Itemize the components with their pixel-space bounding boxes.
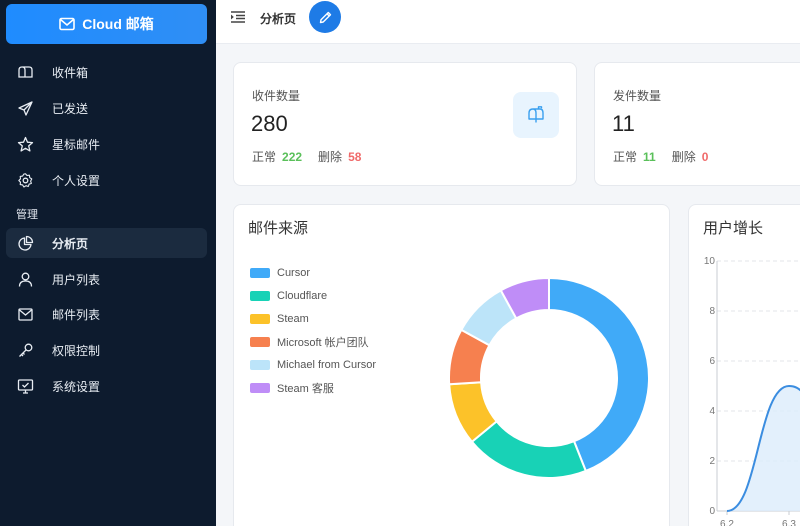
- sidebar-item-label: 系统设置: [52, 379, 101, 394]
- deleted-label: 删除: [318, 150, 343, 164]
- inbox-icon: [14, 64, 36, 81]
- x-tick-label: 6.3: [782, 519, 796, 526]
- legend-swatch: [250, 267, 270, 278]
- mail-source-title: 邮件来源: [248, 220, 309, 237]
- received-count: 280: [251, 111, 288, 136]
- topbar: 分析页: [216, 0, 800, 44]
- legend-item[interactable]: Cloudflare: [250, 284, 376, 307]
- deleted-count: 0: [701, 150, 709, 164]
- received-title: 收件数量: [252, 89, 301, 103]
- sidebar-item-sent[interactable]: 已发送: [6, 93, 207, 123]
- normal-label: 正常: [613, 150, 638, 164]
- sidebar-item-starred[interactable]: 星标邮件: [6, 129, 207, 159]
- legend-label: Steam: [277, 312, 309, 325]
- x-tick-label: 6.2: [720, 519, 734, 526]
- sent-stat-card: 发件数量 11 正常 11 删除 0: [594, 62, 800, 186]
- legend-item[interactable]: Microsoft 帐户团队: [250, 330, 376, 353]
- legend-item[interactable]: Michael from Cursor: [250, 353, 376, 376]
- legend-item[interactable]: Steam: [250, 307, 376, 330]
- monitor-icon: [14, 378, 36, 395]
- menu-indent-icon[interactable]: [230, 10, 246, 29]
- sidebar-group-label: 管理: [16, 209, 38, 221]
- page-title: 分析页: [260, 12, 297, 26]
- send-icon: [14, 100, 36, 117]
- pencil-icon: [319, 11, 331, 23]
- gear-icon: [14, 172, 36, 189]
- key-icon: [14, 342, 36, 359]
- sidebar-item-label: 权限控制: [52, 343, 101, 358]
- legend-item[interactable]: Cursor: [250, 261, 376, 284]
- mail-source-panel: 邮件来源 Cursor Cloudflare Steam Microsoft 帐户团队…: [233, 204, 670, 526]
- legend-label: Steam 客服: [277, 382, 334, 395]
- sidebar: Cloud 邮箱 收件箱 已发送 星标邮件 个人设置 管理 分析页 用户列表 邮…: [0, 0, 216, 526]
- legend-swatch: [250, 313, 270, 324]
- area-fill: [727, 386, 800, 511]
- normal-count: 222: [282, 150, 303, 164]
- y-tick-label: 2: [709, 456, 715, 467]
- sidebar-item-label: 已发送: [52, 101, 89, 116]
- sidebar-item-user-list[interactable]: 用户列表: [6, 264, 207, 294]
- user-growth-chart: 0 2 4 6 8 10 6.2 6.3: [704, 256, 800, 526]
- sidebar-item-analytics[interactable]: 分析页: [6, 228, 207, 258]
- sidebar-item-permissions[interactable]: 权限控制: [6, 335, 207, 365]
- brand-label: Cloud 邮箱: [82, 16, 154, 32]
- mail-list-icon: [14, 306, 36, 323]
- mailbox-icon: [513, 92, 559, 138]
- received-breakdown: 正常 222 删除 58: [252, 148, 361, 165]
- sidebar-item-label: 星标邮件: [52, 137, 101, 152]
- legend-label: Michael from Cursor: [277, 358, 377, 371]
- received-stat-card: 收件数量 280 正常 222 删除 58: [233, 62, 577, 186]
- sidebar-item-label: 分析页: [52, 236, 89, 251]
- y-tick-label: 6: [709, 356, 715, 367]
- sent-title: 发件数量: [613, 89, 662, 103]
- edit-button[interactable]: [309, 1, 341, 33]
- mail-icon: [59, 17, 76, 31]
- normal-label: 正常: [252, 150, 277, 164]
- pie-slice[interactable]: [548, 276, 650, 473]
- legend-item[interactable]: Steam 客服: [250, 376, 376, 399]
- user-icon: [14, 271, 36, 288]
- y-tick-label: 0: [709, 506, 715, 517]
- sidebar-item-system-settings[interactable]: 系统设置: [6, 371, 207, 401]
- sidebar-item-mail-list[interactable]: 邮件列表: [6, 299, 207, 329]
- sidebar-item-personal-settings[interactable]: 个人设置: [6, 165, 207, 195]
- y-tick-label: 8: [709, 306, 715, 317]
- sent-breakdown: 正常 11 删除 0: [613, 148, 708, 165]
- legend-swatch: [250, 382, 270, 393]
- legend-swatch: [250, 290, 270, 301]
- sidebar-item-label: 收件箱: [52, 65, 89, 80]
- user-growth-panel: 用户增长 0 2 4 6 8 10 6.2 6.3: [688, 204, 800, 526]
- brand-button[interactable]: Cloud 邮箱: [6, 4, 207, 44]
- legend-label: Microsoft 帐户团队: [277, 336, 369, 349]
- sidebar-item-label: 邮件列表: [52, 307, 101, 322]
- sidebar-item-label: 个人设置: [52, 173, 101, 188]
- y-tick-label: 10: [704, 256, 716, 267]
- mail-source-donut-chart: [448, 276, 650, 479]
- legend-swatch: [250, 336, 270, 347]
- normal-count: 11: [643, 150, 656, 164]
- sidebar-item-inbox[interactable]: 收件箱: [6, 57, 207, 87]
- sidebar-item-label: 用户列表: [52, 272, 101, 287]
- deleted-count: 58: [348, 150, 362, 164]
- pie-slice[interactable]: [470, 419, 588, 479]
- deleted-label: 删除: [671, 150, 696, 164]
- sent-count: 11: [612, 111, 635, 136]
- chart-legend: Cursor Cloudflare Steam Microsoft 帐户团队 Micha…: [250, 261, 376, 399]
- y-tick-label: 4: [709, 406, 715, 417]
- pie-chart-icon: [14, 235, 36, 252]
- legend-label: Cloudflare: [277, 289, 328, 302]
- legend-swatch: [250, 359, 270, 370]
- legend-label: Cursor: [277, 266, 311, 279]
- star-icon: [14, 136, 36, 153]
